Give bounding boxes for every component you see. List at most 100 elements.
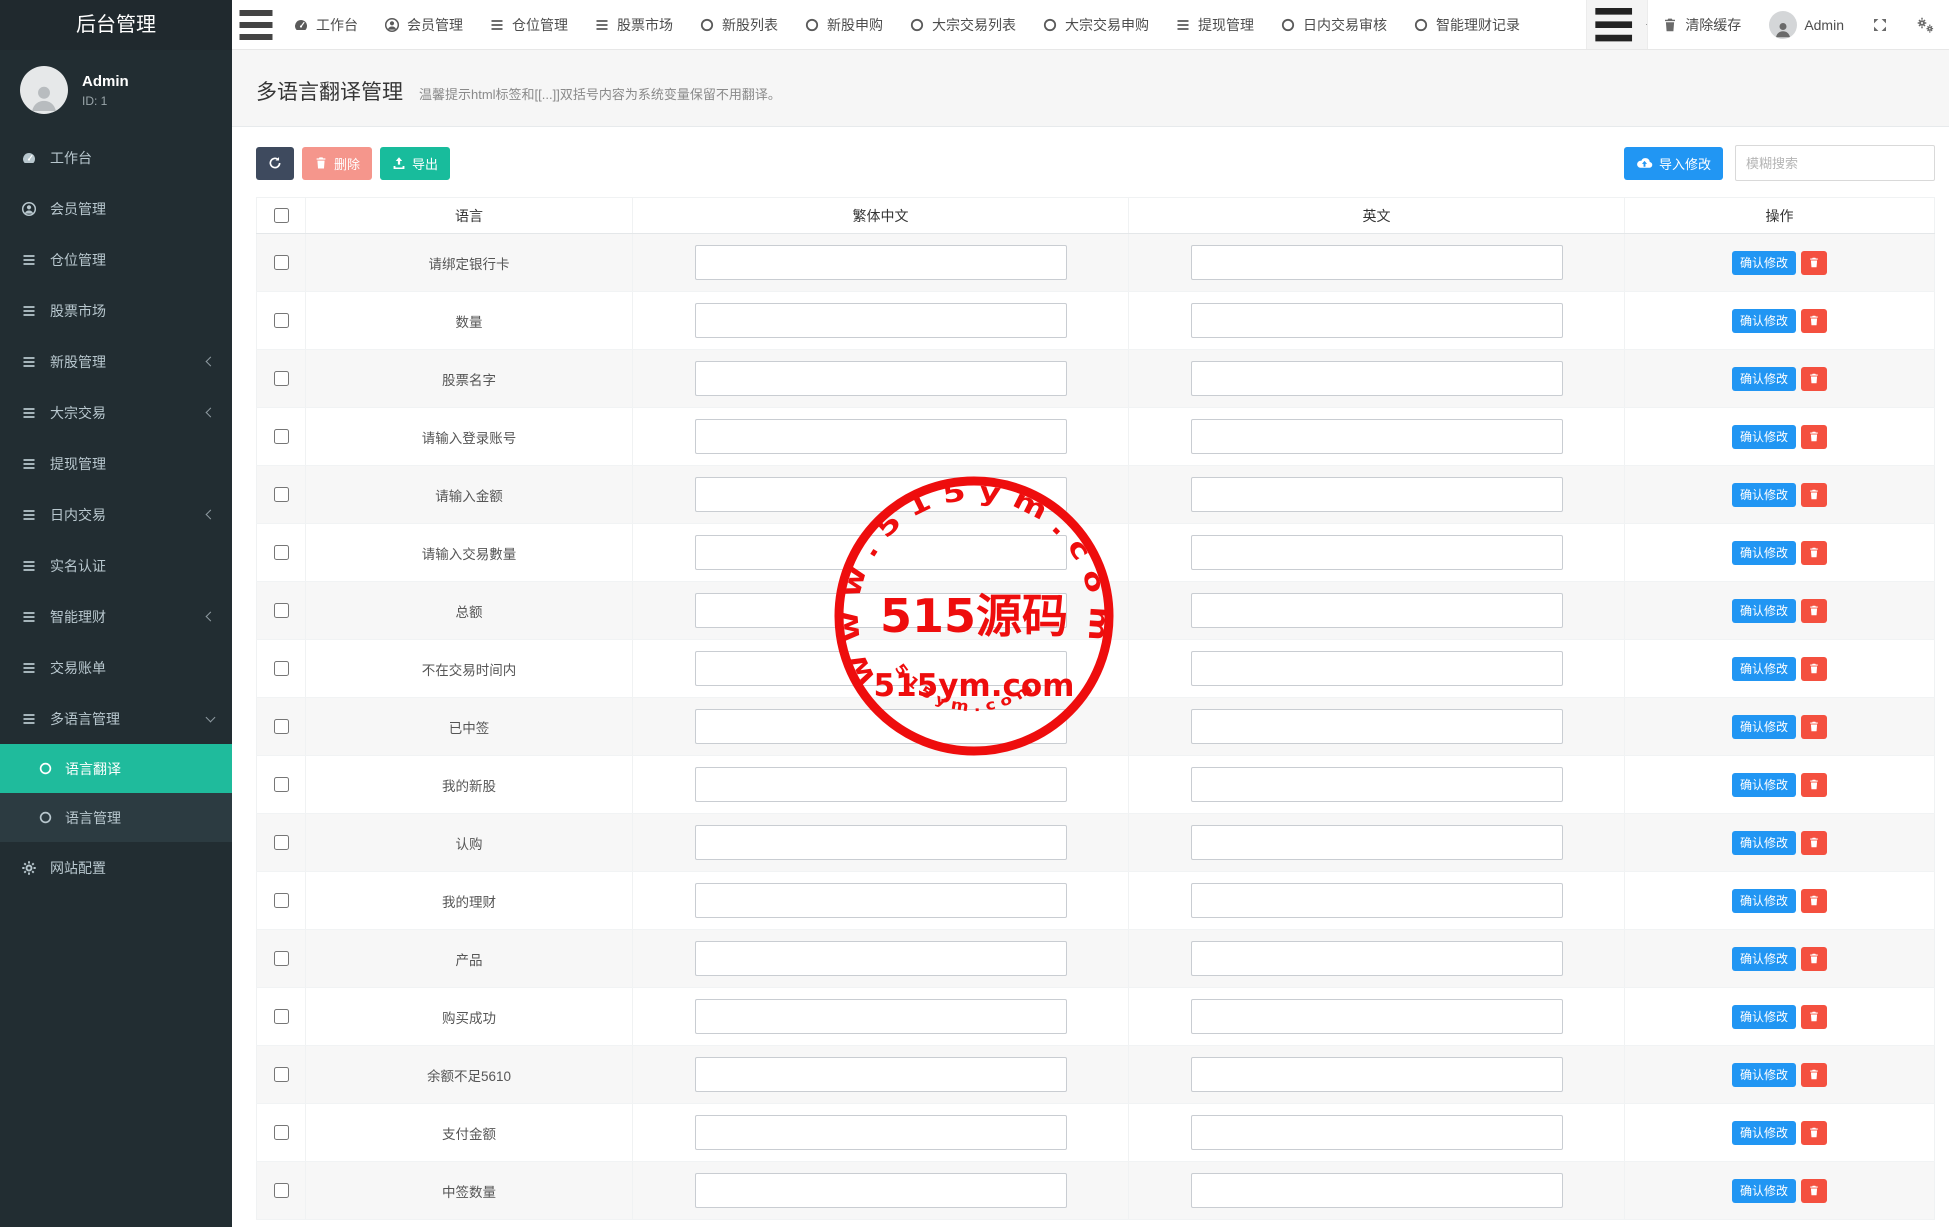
english-input[interactable] [1191,883,1563,918]
sidebar-toggle-button[interactable] [232,0,280,49]
row-checkbox[interactable] [274,487,289,502]
sidebar-item[interactable]: 新股管理 [0,336,232,387]
row-checkbox[interactable] [274,893,289,908]
nav-overflow-dropdown[interactable] [1586,0,1648,49]
topnav-item[interactable]: 仓位管理 [476,0,581,49]
english-input[interactable] [1191,941,1563,976]
row-checkbox[interactable] [274,1183,289,1198]
confirm-edit-button[interactable]: 确认修改 [1732,657,1796,681]
traditional-chinese-input[interactable] [695,535,1067,570]
row-checkbox[interactable] [274,429,289,444]
delete-row-button[interactable] [1801,1121,1827,1145]
english-input[interactable] [1191,535,1563,570]
sidebar-item[interactable]: 交易账单 [0,642,232,693]
delete-button[interactable]: 删除 [302,147,372,180]
topnav-item[interactable]: 新股申购 [791,0,896,49]
sidebar-item[interactable]: 实名认证 [0,540,232,591]
sidebar-item[interactable]: 股票市场 [0,285,232,336]
sidebar-item[interactable]: 工作台 [0,132,232,183]
confirm-edit-button[interactable]: 确认修改 [1732,1005,1796,1029]
delete-row-button[interactable] [1801,541,1827,565]
traditional-chinese-input[interactable] [695,419,1067,454]
row-checkbox[interactable] [274,255,289,270]
delete-row-button[interactable] [1801,831,1827,855]
confirm-edit-button[interactable]: 确认修改 [1732,831,1796,855]
delete-row-button[interactable] [1801,251,1827,275]
sidebar-item[interactable]: 日内交易 [0,489,232,540]
row-checkbox[interactable] [274,603,289,618]
topnav-item[interactable]: 提现管理 [1162,0,1267,49]
traditional-chinese-input[interactable] [695,245,1067,280]
topnav-item[interactable]: 大宗交易列表 [896,0,1029,49]
confirm-edit-button[interactable]: 确认修改 [1732,773,1796,797]
sidebar-item[interactable]: 多语言管理 [0,693,232,744]
traditional-chinese-input[interactable] [695,651,1067,686]
english-input[interactable] [1191,709,1563,744]
import-edit-button[interactable]: 导入修改 [1624,147,1723,180]
user-menu[interactable]: Admin [1755,0,1858,49]
english-input[interactable] [1191,651,1563,686]
delete-row-button[interactable] [1801,309,1827,333]
row-checkbox[interactable] [274,371,289,386]
delete-row-button[interactable] [1801,599,1827,623]
traditional-chinese-input[interactable] [695,825,1067,860]
english-input[interactable] [1191,1057,1563,1092]
sidebar-item[interactable]: 会员管理 [0,183,232,234]
row-checkbox[interactable] [274,1125,289,1140]
sidebar-item[interactable]: 提现管理 [0,438,232,489]
delete-row-button[interactable] [1801,889,1827,913]
traditional-chinese-input[interactable] [695,1173,1067,1208]
row-checkbox[interactable] [274,951,289,966]
row-checkbox[interactable] [274,1009,289,1024]
traditional-chinese-input[interactable] [695,999,1067,1034]
topnav-item[interactable]: 智能理财记录 [1400,0,1533,49]
delete-row-button[interactable] [1801,715,1827,739]
confirm-edit-button[interactable]: 确认修改 [1732,425,1796,449]
confirm-edit-button[interactable]: 确认修改 [1732,1179,1796,1203]
topnav-item[interactable]: 股票市场 [581,0,686,49]
delete-row-button[interactable] [1801,773,1827,797]
english-input[interactable] [1191,245,1563,280]
row-checkbox[interactable] [274,313,289,328]
sidebar-item[interactable]: 网站配置 [0,842,232,893]
confirm-edit-button[interactable]: 确认修改 [1732,889,1796,913]
traditional-chinese-input[interactable] [695,883,1067,918]
clear-cache-button[interactable]: 清除缓存 [1648,0,1755,49]
fullscreen-button[interactable] [1858,0,1902,49]
delete-row-button[interactable] [1801,425,1827,449]
delete-row-button[interactable] [1801,947,1827,971]
delete-row-button[interactable] [1801,1063,1827,1087]
confirm-edit-button[interactable]: 确认修改 [1732,599,1796,623]
confirm-edit-button[interactable]: 确认修改 [1732,483,1796,507]
english-input[interactable] [1191,1173,1563,1208]
delete-row-button[interactable] [1801,367,1827,391]
sidebar-subitem-active[interactable]: 语言翻译 [0,744,232,793]
english-input[interactable] [1191,593,1563,628]
confirm-edit-button[interactable]: 确认修改 [1732,251,1796,275]
sidebar-item[interactable]: 智能理财 [0,591,232,642]
traditional-chinese-input[interactable] [695,593,1067,628]
sidebar-subitem-default[interactable]: 语言管理 [0,793,232,842]
delete-row-button[interactable] [1801,657,1827,681]
english-input[interactable] [1191,999,1563,1034]
topnav-item[interactable]: 会员管理 [371,0,476,49]
confirm-edit-button[interactable]: 确认修改 [1732,541,1796,565]
traditional-chinese-input[interactable] [695,709,1067,744]
delete-row-button[interactable] [1801,1005,1827,1029]
row-checkbox[interactable] [274,777,289,792]
traditional-chinese-input[interactable] [695,941,1067,976]
english-input[interactable] [1191,419,1563,454]
confirm-edit-button[interactable]: 确认修改 [1732,1121,1796,1145]
confirm-edit-button[interactable]: 确认修改 [1732,947,1796,971]
confirm-edit-button[interactable]: 确认修改 [1732,309,1796,333]
settings-button[interactable] [1902,0,1949,49]
english-input[interactable] [1191,767,1563,802]
traditional-chinese-input[interactable] [695,767,1067,802]
english-input[interactable] [1191,361,1563,396]
delete-row-button[interactable] [1801,1179,1827,1203]
sidebar-item[interactable]: 仓位管理 [0,234,232,285]
select-all-checkbox[interactable] [274,208,289,223]
confirm-edit-button[interactable]: 确认修改 [1732,1063,1796,1087]
row-checkbox[interactable] [274,545,289,560]
row-checkbox[interactable] [274,719,289,734]
